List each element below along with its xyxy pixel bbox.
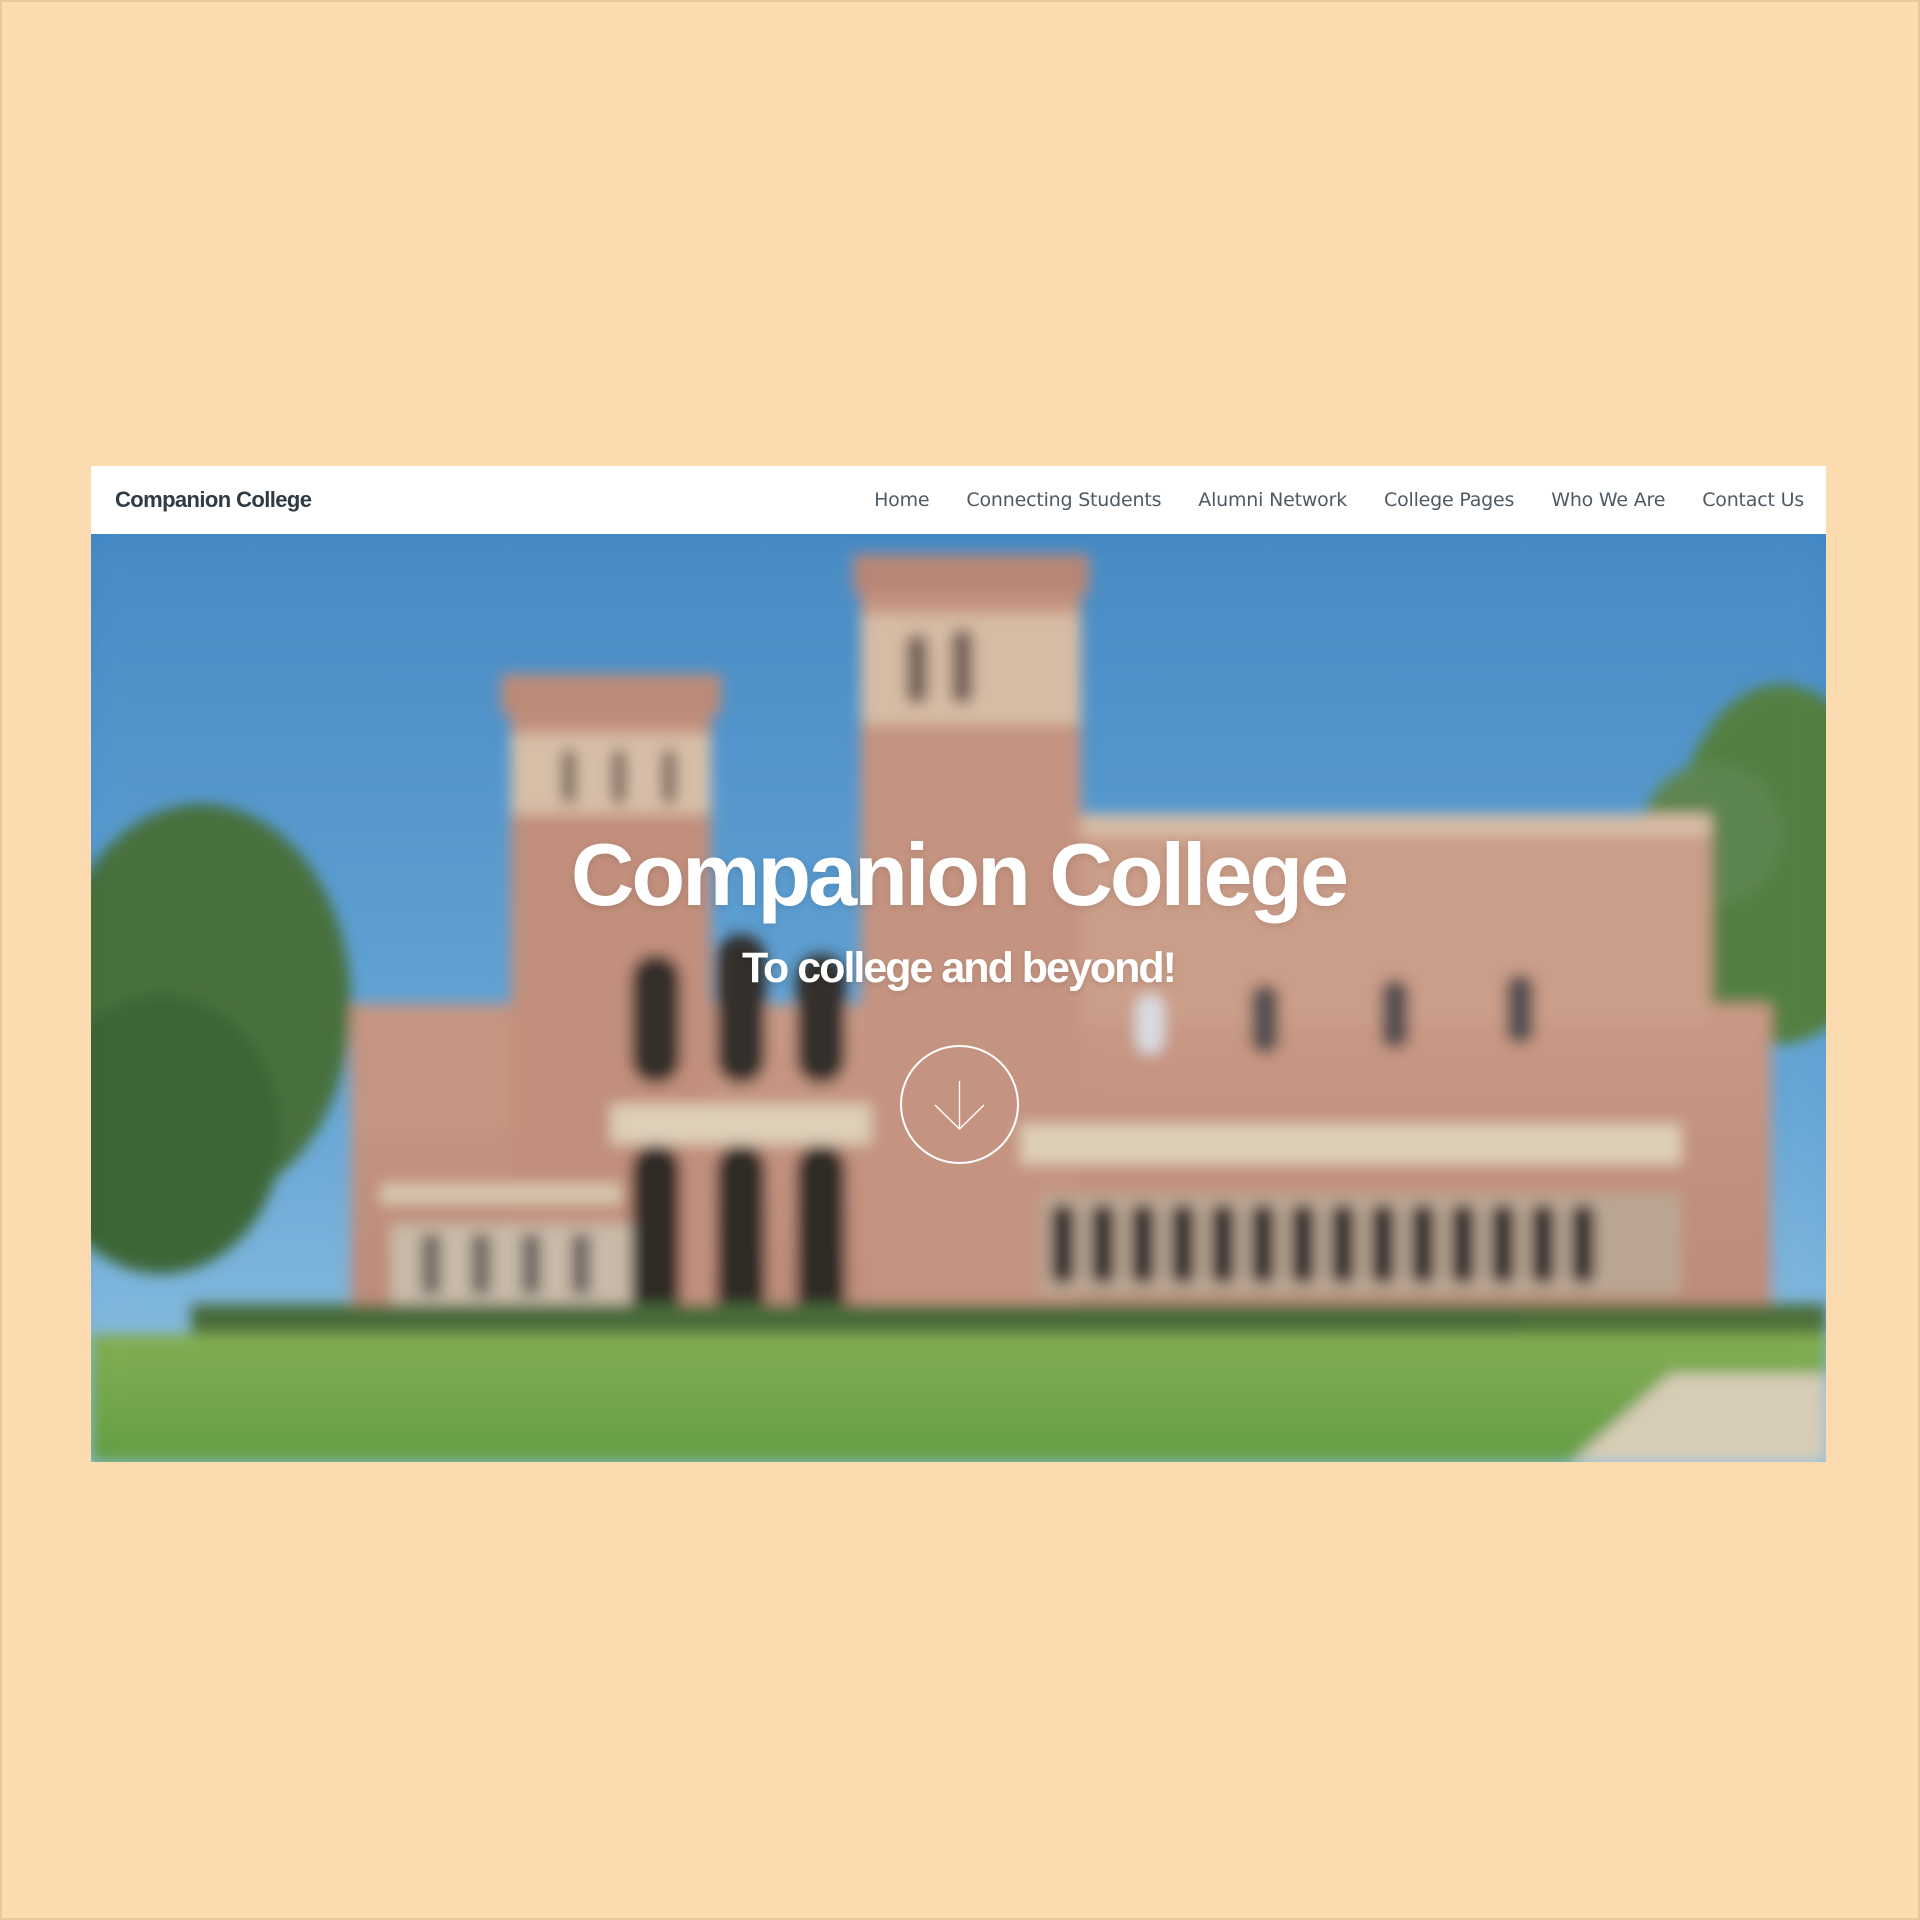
nav-link-who-we-are[interactable]: Who We Are [1551, 489, 1665, 511]
brand-logo-link[interactable]: Companion College [115, 487, 312, 513]
nav-links: Home Connecting Students Alumni Network … [874, 489, 1804, 511]
hero-subtitle: To college and beyond! [741, 944, 1177, 992]
website-viewport: Companion College Home Connecting Studen… [91, 466, 1826, 1462]
hero-title: Companion College [570, 825, 1349, 924]
hero-content: Companion College To college and beyond! [91, 534, 1826, 1462]
nav-link-home[interactable]: Home [874, 489, 930, 511]
nav-link-alumni-network[interactable]: Alumni Network [1198, 489, 1347, 511]
arrow-down-icon [934, 1081, 985, 1130]
nav-link-contact-us[interactable]: Contact Us [1702, 489, 1804, 511]
scroll-down-button[interactable] [900, 1045, 1019, 1164]
nav-link-college-pages[interactable]: College Pages [1384, 489, 1514, 511]
nav-link-connecting-students[interactable]: Connecting Students [966, 489, 1161, 511]
hero-section: Companion College To college and beyond! [91, 534, 1826, 1462]
top-navbar: Companion College Home Connecting Studen… [91, 466, 1826, 534]
